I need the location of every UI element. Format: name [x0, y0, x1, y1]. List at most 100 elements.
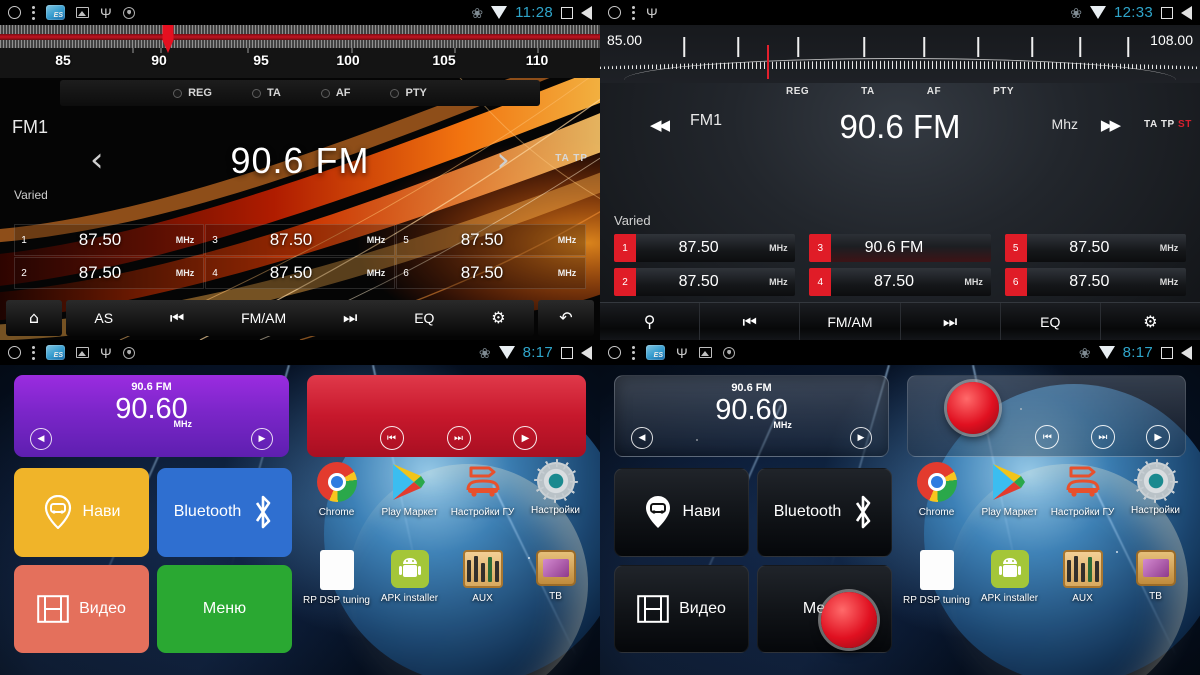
preset-button[interactable]: 1 87.50 MHz: [14, 224, 204, 256]
rds-toggle-reg[interactable]: REG: [173, 87, 212, 99]
rds-label-reg[interactable]: REG: [786, 86, 809, 97]
radio-widget[interactable]: 90.6 FM 90.60 MHz ◀ ▶: [14, 375, 289, 457]
preset-button[interactable]: 1 87.50 MHz: [614, 234, 796, 262]
back-triangle-icon[interactable]: [581, 345, 592, 360]
recents-square-icon[interactable]: [1161, 6, 1173, 19]
shield-icon[interactable]: [722, 346, 735, 359]
record-button[interactable]: [946, 382, 999, 434]
es-file-explorer-icon[interactable]: [46, 345, 65, 360]
preset-button[interactable]: 6 87.50 MHz: [396, 257, 586, 289]
home-circle-icon[interactable]: [608, 6, 621, 19]
tile-bluetooth[interactable]: Bluetooth: [157, 468, 292, 557]
next-button[interactable]: ⏭: [901, 303, 1001, 340]
media-widget[interactable]: ⏮ ⏭ ▶: [307, 375, 586, 457]
back-button[interactable]: ↶: [538, 300, 594, 336]
app-aux[interactable]: AUX: [446, 550, 519, 638]
app-apk-installer[interactable]: APK installer: [973, 550, 1046, 638]
recents-square-icon[interactable]: [1161, 346, 1173, 359]
record-button[interactable]: [821, 591, 877, 648]
band-label[interactable]: FM1: [12, 117, 48, 138]
media-prev-icon[interactable]: ⏮: [379, 426, 404, 450]
tile-video[interactable]: Видео: [614, 564, 749, 653]
media-play-icon[interactable]: ⏭: [1090, 425, 1115, 449]
fmam-button[interactable]: FM/AM: [241, 310, 286, 326]
app-aux[interactable]: AUX: [1046, 550, 1119, 638]
seek-up-icon[interactable]: ▶▶: [1101, 116, 1121, 134]
app-tv[interactable]: ТВ: [519, 550, 592, 638]
rds-label-pty[interactable]: PTY: [993, 86, 1014, 97]
usb-icon[interactable]: Ψ: [646, 6, 658, 20]
tile-navi[interactable]: Нави: [614, 468, 749, 557]
app-tv[interactable]: ТВ: [1119, 550, 1192, 638]
usb-icon[interactable]: Ψ: [100, 346, 112, 360]
tuner-scale[interactable]: 85.00 108.00: [600, 25, 1200, 83]
widget-next-icon[interactable]: ▶: [251, 428, 273, 450]
tile-menu[interactable]: Меню: [157, 564, 292, 653]
rds-toggle-pty[interactable]: PTY: [390, 87, 427, 99]
tile-bluetooth[interactable]: Bluetooth: [757, 468, 892, 557]
tile-navi[interactable]: Нави: [14, 468, 149, 557]
next-track-icon[interactable]: ⏭: [343, 310, 357, 326]
preset-button[interactable]: 4 87.50 MHz: [809, 268, 991, 296]
rds-toggle-af[interactable]: AF: [320, 87, 350, 99]
gallery-icon[interactable]: [76, 347, 89, 358]
widget-prev-icon[interactable]: ◀: [30, 428, 52, 450]
gallery-icon[interactable]: [698, 347, 712, 358]
menu-dots-icon[interactable]: [632, 345, 635, 360]
shield-icon[interactable]: [122, 346, 135, 359]
menu-dots-icon[interactable]: [32, 5, 35, 20]
rds-label-ta[interactable]: TA: [861, 86, 875, 97]
tile-video[interactable]: Видео: [14, 564, 149, 653]
app-settings[interactable]: Настройки: [1119, 462, 1192, 550]
app-chrome[interactable]: Chrome: [300, 462, 373, 550]
preset-button[interactable]: 2 87.50 MHz: [14, 257, 204, 289]
recents-square-icon[interactable]: [561, 6, 573, 19]
app-rp-dsp-tuning[interactable]: RP DSP tuning: [300, 550, 373, 638]
home-circle-icon[interactable]: [8, 346, 21, 359]
tuner-scale[interactable]: 85 90 95 100 105 110: [0, 25, 600, 78]
search-button[interactable]: ⚲: [600, 303, 701, 340]
fmam-button[interactable]: FM/AM: [800, 303, 901, 340]
preset-button[interactable]: 6 87.50 MHz: [1004, 268, 1186, 296]
media-prev-icon[interactable]: ⏮: [1035, 425, 1060, 449]
radio-widget[interactable]: 90.6 FM 90.60 MHz ◀ ▶: [614, 375, 889, 457]
eq-button[interactable]: EQ: [1001, 303, 1101, 340]
media-play-icon[interactable]: ⏭: [446, 426, 471, 450]
as-button[interactable]: AS: [94, 310, 113, 326]
menu-dots-icon[interactable]: [32, 345, 35, 360]
es-file-explorer-icon[interactable]: [46, 5, 65, 20]
rds-toggle-ta[interactable]: TA: [251, 87, 281, 99]
back-triangle-icon[interactable]: [581, 5, 592, 20]
app-settings[interactable]: Настройки: [519, 462, 592, 550]
shield-icon[interactable]: [122, 6, 135, 19]
es-file-explorer-icon[interactable]: [646, 345, 665, 360]
media-next-icon[interactable]: ▶: [1146, 425, 1171, 449]
prev-button[interactable]: ⏮: [700, 303, 801, 340]
preset-button-active[interactable]: 3 90.6 FM: [809, 234, 991, 262]
app-apk-installer[interactable]: APK installer: [373, 550, 446, 638]
preset-button[interactable]: 5 87.50 MHz: [396, 224, 586, 256]
media-widget[interactable]: ⏮ ⏭ ▶: [907, 375, 1186, 457]
usb-icon[interactable]: Ψ: [676, 346, 688, 360]
app-play-market[interactable]: Play Маркет: [973, 462, 1046, 550]
media-next-icon[interactable]: ▶: [513, 426, 538, 450]
app-car-settings[interactable]: Настройки ГУ: [446, 462, 519, 550]
rds-label-af[interactable]: AF: [927, 86, 941, 97]
tile-menu[interactable]: Меню: [757, 564, 892, 653]
tune-up-arrow[interactable]: ›: [496, 140, 510, 180]
back-triangle-icon[interactable]: [1181, 345, 1192, 360]
recents-square-icon[interactable]: [561, 346, 573, 359]
tuner-needle[interactable]: [767, 45, 769, 79]
app-chrome[interactable]: Chrome: [900, 462, 973, 550]
menu-dots-icon[interactable]: [632, 5, 635, 20]
home-circle-icon[interactable]: [8, 6, 21, 19]
eq-button[interactable]: EQ: [414, 310, 434, 326]
home-circle-icon[interactable]: [608, 346, 621, 359]
app-car-settings[interactable]: Настройки ГУ: [1046, 462, 1119, 550]
preset-button[interactable]: 2 87.50 MHz: [614, 268, 796, 296]
settings-button[interactable]: ⚙: [1101, 303, 1200, 340]
usb-icon[interactable]: Ψ: [100, 6, 112, 20]
preset-button[interactable]: 4 87.50 MHz: [205, 257, 395, 289]
gear-icon[interactable]: ⚙: [491, 310, 505, 326]
widget-next-icon[interactable]: ▶: [850, 427, 872, 449]
